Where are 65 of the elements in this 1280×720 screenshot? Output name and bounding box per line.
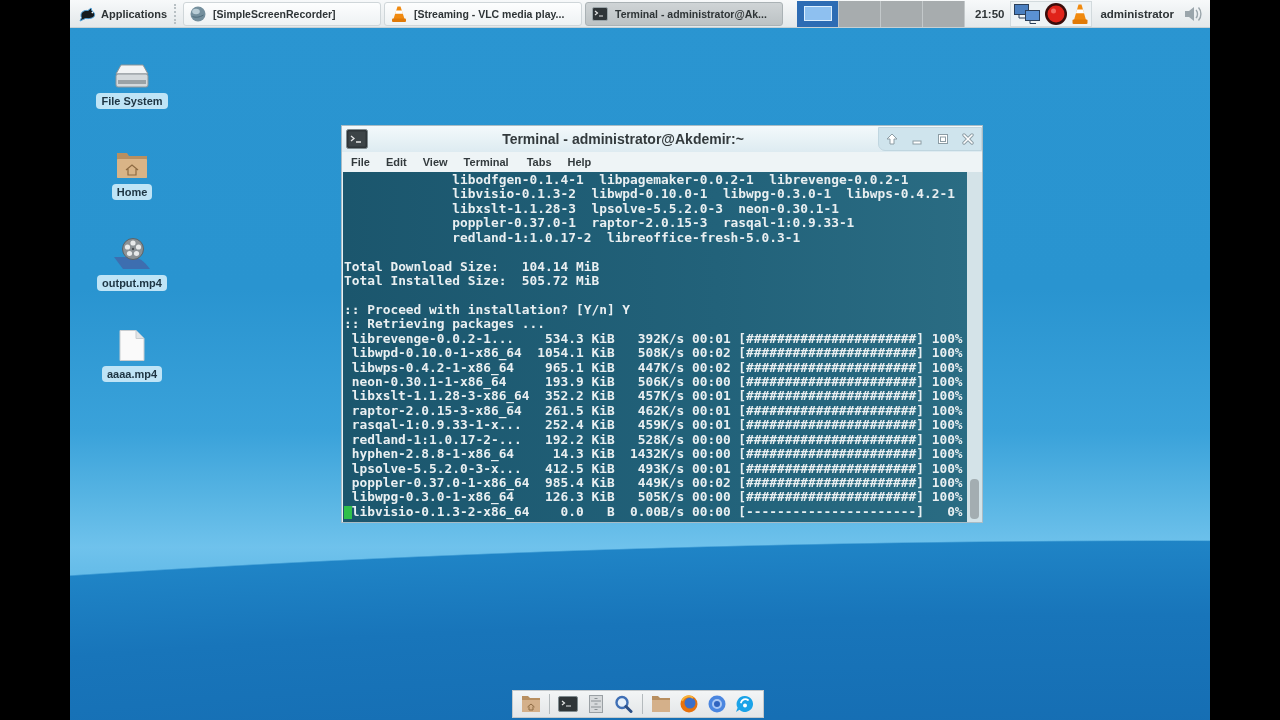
taskbar-button[interactable]: Terminal - administrator@Ak...	[585, 1, 783, 26]
terminal-line: libwpd-0.10.0-1-x86_64 1054.1 KiB 508K/s 00:02 [######################] 100%	[351, 346, 963, 361]
speaker-icon[interactable]	[1182, 4, 1203, 23]
terminal-line: libwps-0.4.2-1-x86_64 965.1 KiB 447K/s 00:02 [######################] 100%	[351, 360, 963, 376]
desktop-icon-label[interactable]: aaaa.mp4	[101, 366, 163, 382]
search-icon[interactable]	[614, 695, 634, 713]
desktop-icon-label[interactable]: File System	[96, 93, 168, 109]
terminal-line: libxslt-1.1.28-3-x86_64 352.2 KiB 457K/s 00:01 [######################] 100%	[351, 389, 963, 404]
terminal-line: libxslt-1.1.28-3 lpsolve-5.5.2.0-3 neon-0.30.1-1	[452, 201, 839, 217]
terminal-line: poppler-0.37.0-1-x86_64 985.4 KiB 449K/s 00:02 [######################] 100%	[351, 476, 963, 491]
traffic-cone-icon	[391, 5, 407, 22]
desktop-icon-label[interactable]: output.mp4	[97, 275, 167, 291]
home-folder-icon[interactable]	[521, 695, 541, 713]
menu-item[interactable]: View	[414, 156, 456, 168]
mouse-logo-icon	[78, 5, 98, 22]
terminal-line: libvisio-0.1.3-2 libwpd-0.10.0-1 libwpg-0.3.0-1 libwps-0.4.2-1	[452, 187, 955, 202]
terminal-line: libodfgen-0.1.4-1 libpagemaker-0.0.2-1 librevenge-0.0.2-1	[452, 173, 909, 187]
menu-item[interactable]: Help	[559, 156, 600, 168]
terminal-line: :: Proceed with installation? [Y/n] Y	[344, 302, 631, 318]
terminal-icon[interactable]	[558, 695, 578, 713]
drive-icon[interactable]	[115, 64, 149, 88]
film-reel-icon[interactable]	[113, 238, 151, 270]
maximize-icon[interactable]	[936, 133, 949, 145]
terminal-icon	[592, 5, 608, 22]
globe-icon[interactable]	[679, 695, 699, 713]
menu-item[interactable]: File	[343, 156, 378, 168]
terminal-icon[interactable]	[346, 129, 368, 149]
scrollbar[interactable]	[967, 172, 982, 522]
ring-icon[interactable]	[707, 695, 727, 713]
workspace-tile[interactable]	[797, 0, 839, 27]
taskbar-button[interactable]: [SimpleScreenRecorder]	[183, 1, 381, 26]
terminal-line: lpsolve-5.5.2.0-3-x... 412.5 KiB 493K/s 00:01 [######################] 100%	[351, 461, 963, 476]
chat-bubble-icon[interactable]	[735, 695, 755, 713]
user-menu[interactable]: administrator	[1100, 7, 1174, 20]
terminal-line: rasqal-1:0.9.33-1-x... 252.4 KiB 459K/s 00:01 [######################] 100%	[351, 418, 963, 433]
terminal-line: hyphen-2.8.8-1-x86_64 14.3 KiB 1432K/s 00:00 [######################] 100%	[351, 447, 963, 462]
terminal-line: :: Retrieving packages ...	[344, 317, 546, 332]
terminal-line: redland-1:1.0.17-2 libreoffice-fresh-5.0.3-1	[452, 230, 801, 246]
terminal-line: libwpg-0.3.0-1-x86_64 126.3 KiB 505K/s 00:00 [######################] 100%	[351, 490, 963, 505]
folder-icon[interactable]	[651, 695, 671, 713]
clock: 21:50	[975, 7, 1005, 20]
menu-item[interactable]: Tabs	[518, 156, 560, 168]
terminal-line: poppler-0.37.0-1 raptor-2.0.15-3 rasqal-1:0.9.33-1	[452, 216, 855, 231]
taskbar-button[interactable]: [Streaming - VLC media play...	[384, 1, 582, 26]
terminal-line: redland-1:1.0.17-2-... 192.2 KiB 528K/s 00:00 [######################] 100%	[351, 432, 963, 448]
terminal-line: librevenge-0.0.2-1... 534.3 KiB 392K/s 00:01 [######################] 100%	[351, 331, 963, 346]
up-arrow-icon[interactable]	[885, 133, 898, 145]
terminal-line: libvisio-0.1.3-2-x86_64 0.0 B 0.00B/s 00:00 [----------------------] 0%	[351, 504, 963, 520]
menu-item[interactable]: Terminal	[455, 156, 519, 168]
desktop-icon-label[interactable]: Home	[111, 184, 153, 200]
terminal-line: neon-0.30.1-1-x86_64 193.9 KiB 506K/s 00:00 [######################] 100%	[351, 375, 963, 390]
monitors-icon[interactable]	[1014, 3, 1041, 24]
window-title: Terminal - administrator@Akdemir:~	[501, 131, 745, 147]
terminal-line: Total Download Size: 104.14 MiB	[344, 259, 600, 275]
scrollbar-thumb[interactable]	[970, 479, 979, 519]
terminal-line: Total Installed Size: 505.72 MiB	[344, 274, 600, 289]
close-icon[interactable]	[962, 133, 975, 145]
menu-item[interactable]: Edit	[377, 156, 415, 168]
record-icon[interactable]	[1045, 2, 1068, 25]
globe-icon	[190, 5, 206, 22]
applications-menu-button[interactable]: Applications	[74, 1, 171, 26]
terminal-line: raptor-2.0.15-3-x86_64 261.5 KiB 462K/s 00:01 [######################] 100%	[351, 403, 963, 419]
document-icon[interactable]	[119, 330, 145, 361]
file-cabinet-icon[interactable]	[586, 695, 606, 713]
home-folder-icon[interactable]	[116, 152, 148, 179]
